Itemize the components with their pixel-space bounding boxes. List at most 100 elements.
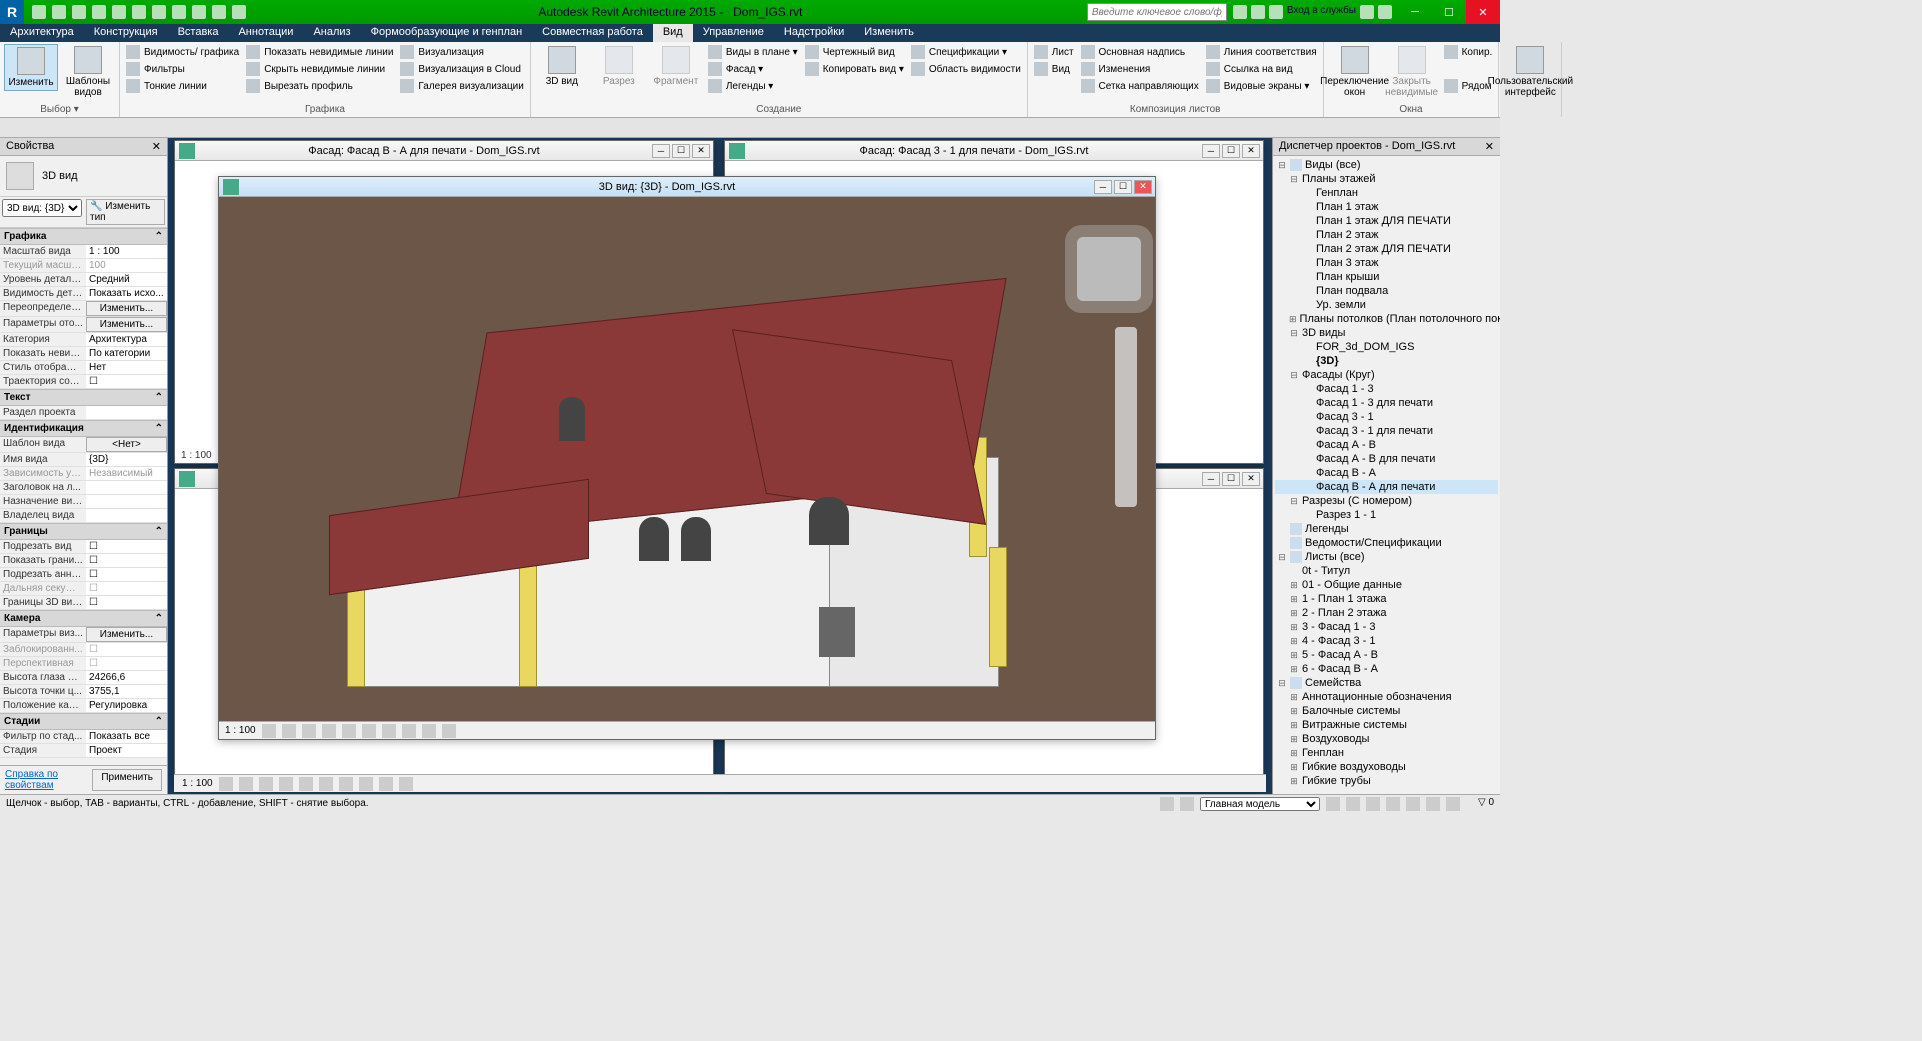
property-row[interactable]: СтадияПроект	[0, 744, 167, 758]
property-row[interactable]: Текущий масшт...100	[0, 259, 167, 273]
expand-icon[interactable]: ⊞	[1289, 314, 1297, 325]
ribbon-button[interactable]: Галерея визуализации	[398, 78, 525, 94]
tree-node[interactable]: Фасад 1 - 3	[1275, 382, 1498, 396]
expand-icon[interactable]: ⊞	[1289, 720, 1299, 731]
expand-icon[interactable]: ⊟	[1277, 552, 1287, 563]
tree-node[interactable]: ⊟Листы (все)	[1275, 550, 1498, 564]
property-row[interactable]: Шаблон вида<Нет>	[0, 437, 167, 453]
edit-type-button[interactable]: 🔧 Изменить тип	[86, 199, 165, 225]
scale-label[interactable]: 1 : 100	[225, 725, 256, 736]
tree-node[interactable]: ⊟Семейства	[1275, 676, 1498, 690]
ribbon-tab[interactable]: Формообразующие и генплан	[361, 24, 533, 42]
tree-node[interactable]: План 3 этаж	[1275, 256, 1498, 270]
expand-icon[interactable]: ⊟	[1277, 160, 1287, 171]
properties-help-link[interactable]: Справка по свойствам	[5, 769, 92, 791]
ribbon-button[interactable]: Область видимости	[909, 61, 1023, 77]
browser-tree[interactable]: ⊟Виды (все)⊟Планы этажейГенпланПлан 1 эт…	[1273, 156, 1500, 794]
tree-node[interactable]: ⊞01 - Общие данные	[1275, 578, 1498, 592]
tree-node[interactable]: ⊟Фасады (Круг)	[1275, 368, 1498, 382]
ribbon-button[interactable]: Переключение окон	[1328, 44, 1382, 100]
close-icon[interactable]: ✕	[152, 140, 161, 153]
tree-node[interactable]: 0t - Титул	[1275, 564, 1498, 578]
tree-node[interactable]: ⊞Балочные системы	[1275, 704, 1498, 718]
ribbon-button[interactable]: Линия соответствия	[1204, 44, 1319, 60]
shadows-icon[interactable]	[322, 724, 336, 738]
drawing-area[interactable]: Фасад: Фасад В - А для печати - Dom_IGS.…	[168, 138, 1272, 794]
ribbon-button[interactable]: Скрыть невидимые линии	[244, 61, 395, 77]
qat-icon[interactable]	[232, 5, 246, 19]
search-icon[interactable]	[1233, 5, 1247, 19]
expand-icon[interactable]: ⊟	[1289, 174, 1299, 185]
vc-icon[interactable]	[319, 777, 333, 791]
print-icon[interactable]	[112, 5, 126, 19]
crop-icon[interactable]	[362, 724, 376, 738]
property-group-header[interactable]: Графика⌃	[0, 228, 167, 245]
ribbon-button[interactable]: Ссылка на вид	[1204, 61, 1319, 77]
ribbon-button[interactable]: Фасад ▾	[706, 61, 800, 77]
tree-node[interactable]: {3D}	[1275, 354, 1498, 368]
unhide-icon[interactable]	[402, 724, 416, 738]
ribbon-button[interactable]: Сетка направляющих	[1079, 78, 1201, 94]
qat-icon[interactable]	[192, 5, 206, 19]
visual-style-icon[interactable]	[282, 724, 296, 738]
minimize-button[interactable]: ─	[1202, 472, 1220, 486]
tree-node[interactable]: ⊞Гибкие трубы	[1275, 774, 1498, 788]
ribbon-tab[interactable]: Анализ	[303, 24, 360, 42]
property-row[interactable]: Высота глаза на...24266,6	[0, 671, 167, 685]
subscription-icon[interactable]	[1251, 5, 1265, 19]
3d-viewport[interactable]	[219, 197, 1155, 721]
ribbon-tab[interactable]: Совместная работа	[532, 24, 653, 42]
property-row[interactable]: Имя вида{3D}	[0, 453, 167, 467]
tree-node[interactable]: Фасад А - В для печати	[1275, 452, 1498, 466]
select-links-icon[interactable]	[1346, 797, 1360, 811]
detail-level-icon[interactable]	[262, 724, 276, 738]
expand-icon[interactable]: ⊞	[1289, 748, 1299, 759]
vc-icon[interactable]	[339, 777, 353, 791]
tree-node[interactable]: План 2 этаж ДЛЯ ПЕЧАТИ	[1275, 242, 1498, 256]
tree-node[interactable]: Фасад А - В	[1275, 438, 1498, 452]
tree-node[interactable]: ⊟3D виды	[1275, 326, 1498, 340]
rendering-icon[interactable]	[342, 724, 356, 738]
qat-icon[interactable]	[212, 5, 226, 19]
ribbon-button[interactable]: Чертежный вид	[803, 44, 906, 60]
worksets-icon[interactable]	[1160, 797, 1174, 811]
tree-node[interactable]: Ур. земли	[1275, 298, 1498, 312]
ribbon-button[interactable]: Видимость/ графика	[124, 44, 241, 60]
drag-icon[interactable]	[1426, 797, 1440, 811]
property-row[interactable]: Стиль отображе...Нет	[0, 361, 167, 375]
property-row[interactable]: Высота точки ц...3755,1	[0, 685, 167, 699]
maximize-button[interactable]: ☐	[1222, 144, 1240, 158]
property-row[interactable]: Зависимость ур...Независимый	[0, 467, 167, 481]
property-row[interactable]: Дальняя секуща...	[0, 582, 167, 596]
property-row[interactable]: Видимость дета...Показать исхо...	[0, 287, 167, 301]
property-row[interactable]: Показать грани...	[0, 554, 167, 568]
ribbon-button[interactable]: Вид	[1032, 61, 1076, 77]
property-row[interactable]: Показать невид...По категории	[0, 347, 167, 361]
temp-hide-icon[interactable]	[422, 724, 436, 738]
exchange-icon[interactable]	[1269, 5, 1283, 19]
property-row[interactable]: Перспективная	[0, 657, 167, 671]
expand-icon[interactable]: ⊞	[1289, 636, 1299, 647]
view-control-bar[interactable]: 1 : 100	[219, 721, 1155, 739]
ribbon-tab[interactable]: Надстройки	[774, 24, 854, 42]
ribbon-button[interactable]: Показать невидимые линии	[244, 44, 395, 60]
undo-icon[interactable]	[72, 5, 86, 19]
expand-icon[interactable]: ⊞	[1289, 776, 1299, 787]
open-icon[interactable]	[32, 5, 46, 19]
property-row[interactable]: Подрезать вид	[0, 540, 167, 554]
ribbon-button[interactable]: Вырезать профиль	[244, 78, 395, 94]
vc-icon[interactable]	[279, 777, 293, 791]
expand-icon[interactable]: ⊞	[1289, 706, 1299, 717]
navigation-bar[interactable]	[1115, 327, 1137, 507]
ribbon-button[interactable]: Изменения	[1079, 61, 1201, 77]
vc-icon[interactable]	[399, 777, 413, 791]
close-button[interactable]: ✕	[1134, 180, 1152, 194]
tree-node[interactable]: ⊞5 - Фасад А - В	[1275, 648, 1498, 662]
expand-icon[interactable]: ⊞	[1289, 762, 1299, 773]
property-grid[interactable]: Графика⌃Масштаб вида1 : 100Текущий масшт…	[0, 228, 167, 765]
tree-node[interactable]: ⊟Виды (все)	[1275, 158, 1498, 172]
property-row[interactable]: Границы 3D вида	[0, 596, 167, 610]
property-row[interactable]: Параметры виз...Изменить...	[0, 627, 167, 643]
vc-icon[interactable]	[259, 777, 273, 791]
view-window-3d[interactable]: 3D вид: {3D} - Dom_IGS.rvt ─ ☐ ✕	[218, 176, 1156, 740]
